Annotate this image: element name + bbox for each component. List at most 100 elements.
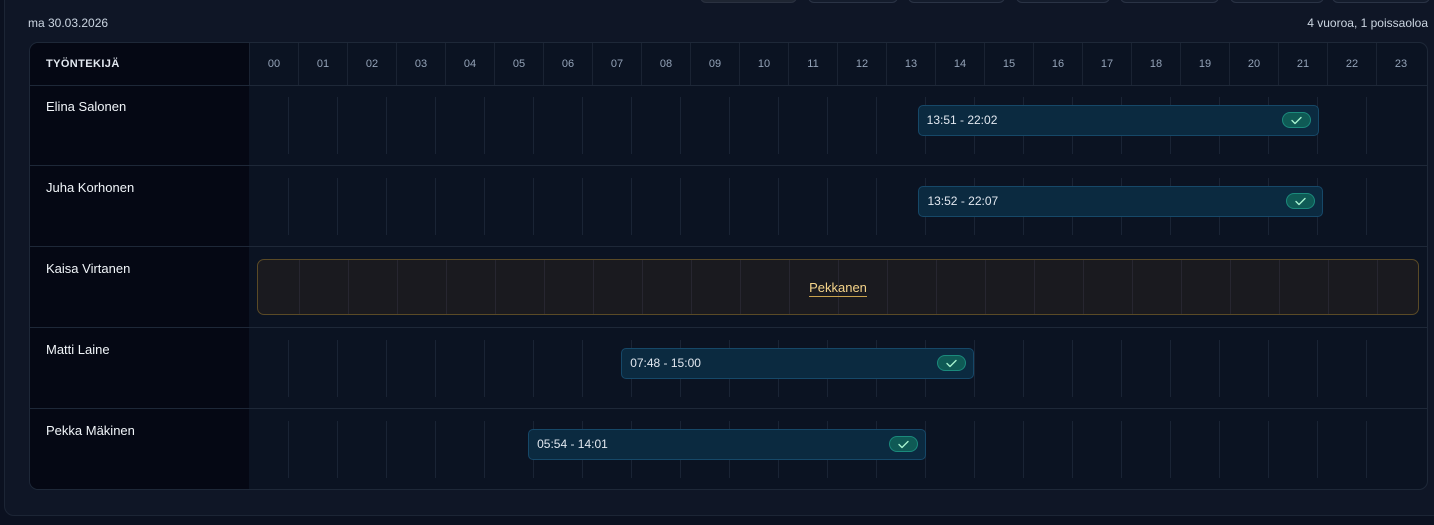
hour-gridline (680, 97, 681, 154)
hour-gridline (386, 97, 387, 154)
schedule-summary: 4 vuoroa, 1 poissaoloa (1307, 16, 1428, 30)
hour-gridline (1170, 340, 1171, 397)
hour-label: 20 (1229, 43, 1278, 85)
hour-gridline (1072, 421, 1073, 478)
hour-label: 11 (788, 43, 837, 85)
check-icon[interactable] (888, 436, 918, 452)
hour-gridline (974, 340, 975, 397)
hour-label: 03 (396, 43, 445, 85)
shift-block[interactable]: 05:54 - 14:01 (528, 429, 926, 460)
shift-time: 13:52 - 22:07 (927, 194, 999, 208)
check-icon[interactable] (936, 355, 966, 371)
hour-gridline (1121, 421, 1122, 478)
timeline-header: TYÖNTEKIJÄ 00 01 02 03 04 05 06 07 08 09 10 11 12 13 1… (30, 43, 1427, 86)
shift-block[interactable]: 07:48 - 15:00 (621, 348, 974, 379)
hour-gridline (435, 178, 436, 235)
hour-gridline (288, 178, 289, 235)
hour-label: 19 (1180, 43, 1229, 85)
hour-gridline (484, 178, 485, 235)
hour-gridline (1366, 178, 1367, 235)
hour-gridline (1170, 421, 1171, 478)
hour-gridline (484, 340, 485, 397)
hour-gridline (778, 97, 779, 154)
hour-label: 23 (1376, 43, 1425, 85)
check-icon[interactable] (1285, 193, 1315, 209)
shift-time: 07:48 - 15:00 (630, 356, 701, 370)
hour-gridline (533, 178, 534, 235)
hour-label: 17 (1082, 43, 1131, 85)
hour-gridline (1219, 421, 1220, 478)
toolbar-button[interactable] (700, 0, 797, 3)
hour-label: 10 (739, 43, 788, 85)
employee-name: Pekka Mäkinen (46, 423, 135, 438)
employee-name: Juha Korhonen (46, 180, 135, 195)
shift-time: 05:54 - 14:01 (537, 437, 608, 451)
employee-column-title: TYÖNTEKIJÄ (46, 58, 120, 70)
absence-type[interactable]: Pekkanen (809, 280, 867, 297)
hour-gridline (582, 178, 583, 235)
toolbar-button[interactable] (1120, 0, 1219, 3)
hour-label: 01 (298, 43, 347, 85)
hour-gridline (1072, 340, 1073, 397)
hour-gridline (386, 340, 387, 397)
hour-label: 22 (1327, 43, 1376, 85)
timeline-grid: TYÖNTEKIJÄ 00 01 02 03 04 05 06 07 08 09 10 11 12 13 1… (29, 42, 1428, 490)
hour-gridline (533, 97, 534, 154)
hour-label: 05 (494, 43, 543, 85)
hour-label: 09 (690, 43, 739, 85)
hour-gridline (337, 421, 338, 478)
selected-date: ma 30.03.2026 (28, 16, 109, 30)
employee-row: Kaisa Virtanen Pekkanen (30, 247, 1427, 328)
hour-gridline (435, 340, 436, 397)
hour-gridline (876, 97, 877, 154)
hour-gridline (288, 97, 289, 154)
hour-label: 15 (984, 43, 1033, 85)
hour-gridline (1317, 340, 1318, 397)
shift-time: 13:51 - 22:02 (926, 113, 998, 127)
hour-gridline (386, 421, 387, 478)
shift-block[interactable]: 13:52 - 22:07 (918, 186, 1323, 217)
hour-gridline (288, 340, 289, 397)
hour-gridline (1023, 421, 1024, 478)
hour-gridline (827, 97, 828, 154)
employee-row: Juha Korhonen 13:52 - 22:07 (30, 166, 1427, 247)
toolbar-button[interactable] (1332, 0, 1430, 3)
hour-gridline (337, 97, 338, 154)
toolbar-button[interactable] (1016, 0, 1110, 3)
employee-row: Matti Laine 07:48 - 15:00 (30, 328, 1427, 409)
hour-gridline (631, 178, 632, 235)
hour-gridline (484, 97, 485, 154)
hour-gridline (288, 421, 289, 478)
hour-gridline (1023, 340, 1024, 397)
toolbar-button[interactable] (808, 0, 898, 3)
hour-label: 18 (1131, 43, 1180, 85)
absence-label[interactable]: Pekkanen (258, 280, 1418, 297)
shift-block[interactable]: 13:51 - 22:02 (917, 105, 1319, 136)
hour-gridline (337, 178, 338, 235)
hour-gridline (533, 340, 534, 397)
check-icon[interactable] (1281, 112, 1311, 128)
employee-name: Elina Salonen (46, 99, 127, 114)
hour-gridline (876, 178, 877, 235)
hour-gridline (1317, 421, 1318, 478)
hour-gridline (386, 178, 387, 235)
hour-label: 12 (837, 43, 886, 85)
hour-gridline (1219, 340, 1220, 397)
hour-label: 06 (543, 43, 592, 85)
hour-gridline (1268, 421, 1269, 478)
absence-block[interactable]: Pekkanen (257, 259, 1419, 315)
toolbar-button[interactable] (1230, 0, 1324, 3)
hour-label: 16 (1033, 43, 1082, 85)
hour-gridline (337, 340, 338, 397)
hour-gridline (1268, 340, 1269, 397)
hour-label: 08 (641, 43, 690, 85)
hour-gridline (484, 421, 485, 478)
hour-label: 02 (347, 43, 396, 85)
hour-gridline (778, 178, 779, 235)
employee-name: Matti Laine (46, 342, 110, 357)
toolbar-button[interactable] (908, 0, 1005, 3)
hour-label: 13 (886, 43, 935, 85)
hour-label: 04 (445, 43, 494, 85)
hour-label: 00 (249, 43, 298, 85)
hour-gridline (631, 97, 632, 154)
